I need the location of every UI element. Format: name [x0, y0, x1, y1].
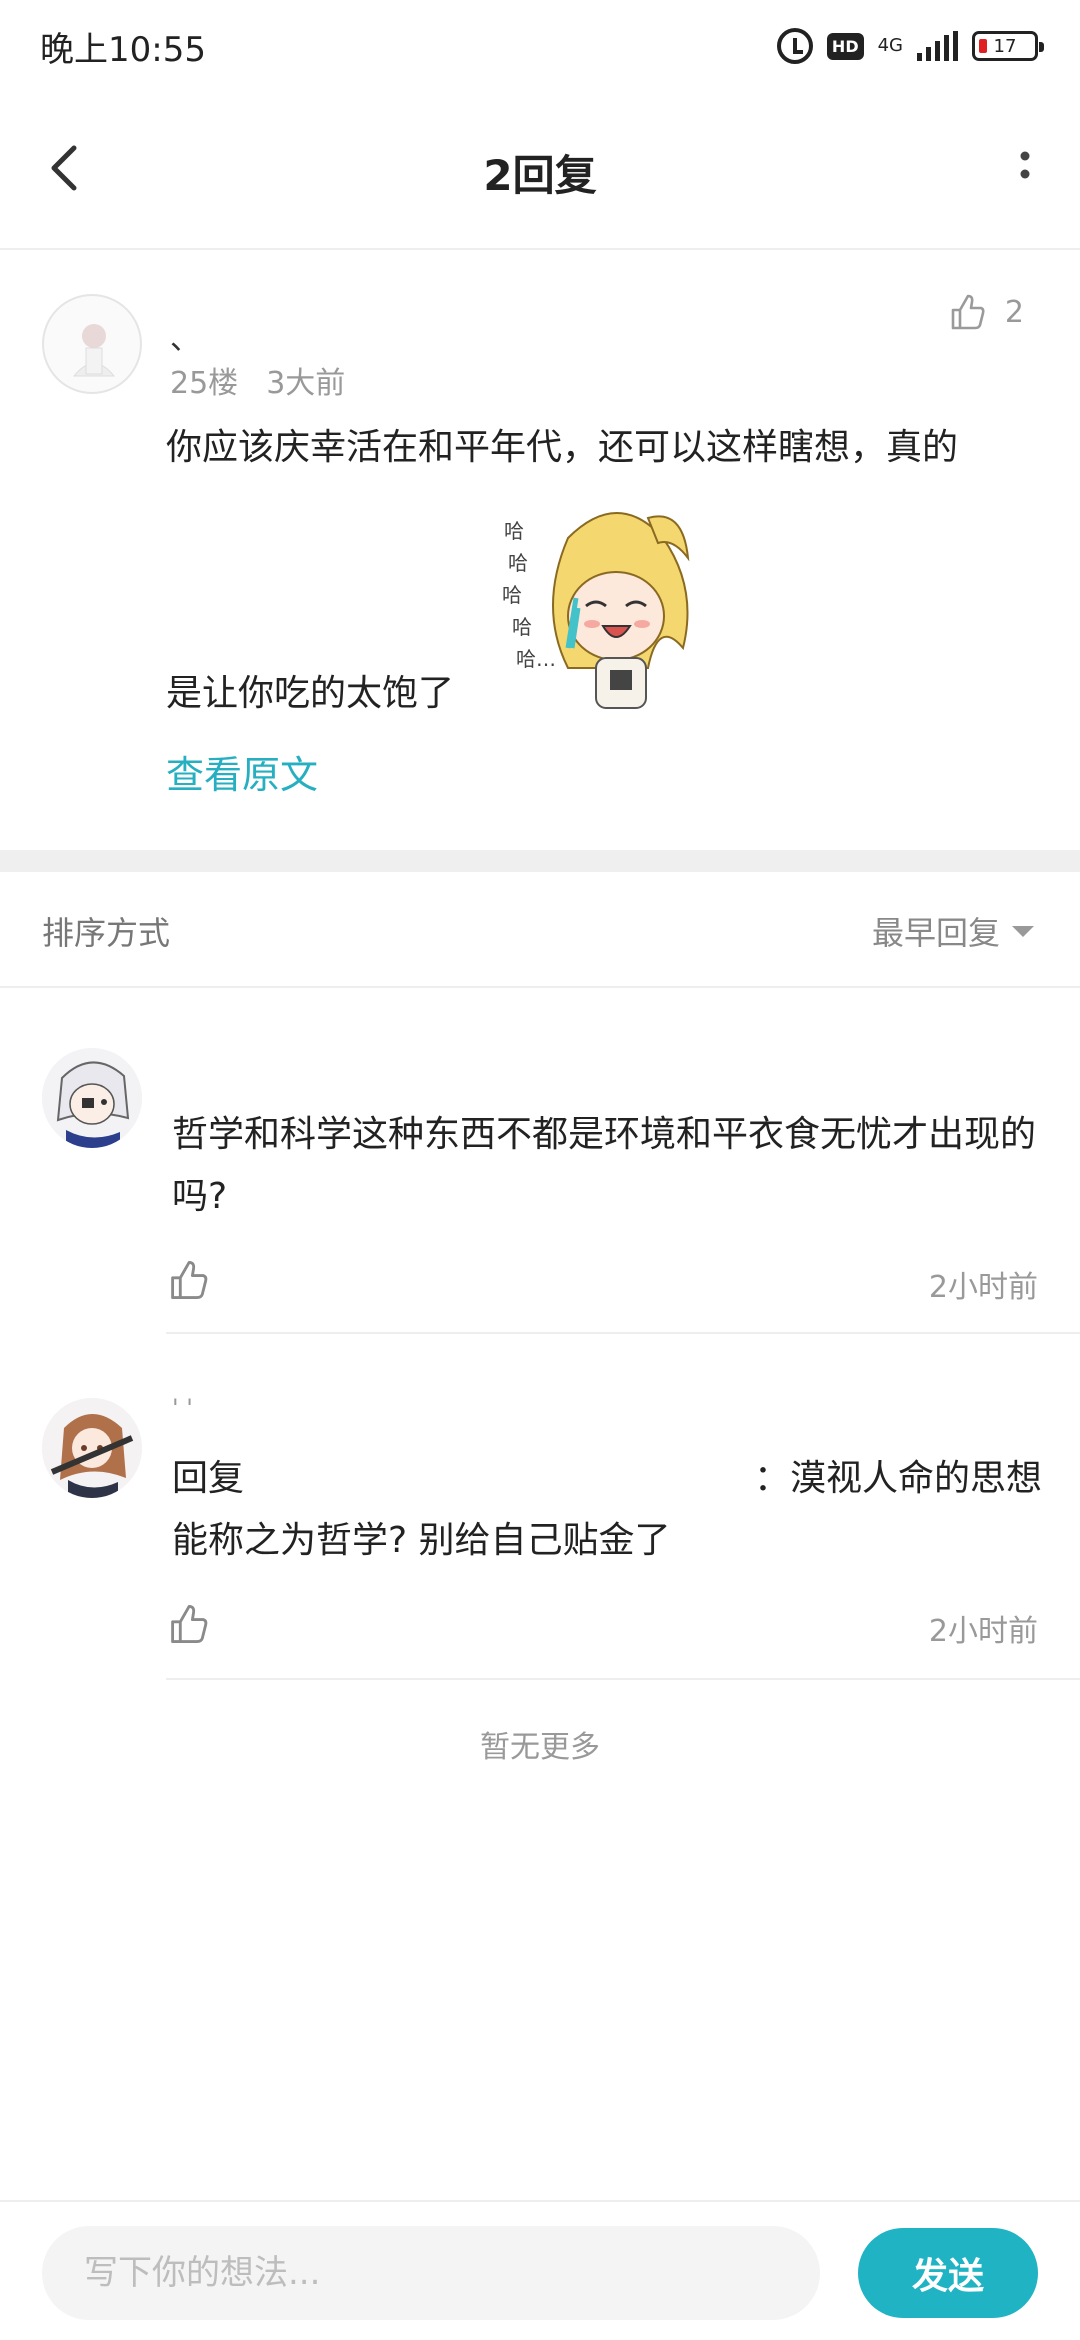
caret-down-icon	[1012, 925, 1034, 937]
status-icons: HD 4G 17	[776, 24, 1044, 68]
no-more-text: 暂无更多	[480, 1730, 600, 1765]
avatar[interactable]	[42, 1398, 142, 1498]
view-original-link[interactable]: 查看原文	[166, 744, 318, 799]
svg-text:哈: 哈	[504, 519, 524, 543]
sort-label: 排序方式	[42, 914, 171, 952]
section-divider	[0, 850, 1080, 872]
battery-level: 17	[993, 35, 1017, 57]
reply-item: 哲学和科学这种东西不都是环境和平衣食无忧才出现的吗? 2小时前	[0, 990, 1080, 1336]
send-button[interactable]: 发送	[858, 2228, 1038, 2318]
reply-text: 回复 ：漠视人命的思想 能称之为哲学? 别给自己贴金了	[172, 1448, 1042, 1572]
page-title: 2回复	[483, 151, 597, 200]
more-vertical-icon	[1020, 151, 1030, 179]
comment-composer: 发送	[0, 2200, 1080, 2340]
avatar[interactable]	[42, 1048, 142, 1148]
like-count: 2	[1004, 294, 1024, 330]
alarm-icon	[776, 28, 813, 64]
sort-bar: 排序方式 最早回复	[0, 872, 1080, 988]
reply-text-line-1: 回复 ：漠视人命的思想	[172, 1448, 1042, 1510]
like-button[interactable]	[166, 1602, 210, 1646]
sort-dropdown[interactable]: 最早回复	[872, 908, 1034, 954]
thumbs-up-icon	[171, 1604, 208, 1644]
floor-number: 25楼	[170, 366, 239, 401]
reply-text: 哲学和科学这种东西不都是环境和平衣食无忧才出现的吗?	[172, 1114, 1037, 1217]
svg-text:哈: 哈	[508, 551, 528, 575]
hd-icon: HD	[826, 32, 864, 60]
network-type: 4G	[877, 35, 903, 56]
reply-username[interactable]: ' '	[172, 1394, 193, 1422]
avatar[interactable]	[42, 294, 142, 394]
username[interactable]: 、	[170, 314, 200, 358]
reply-text-line-2: 能称之为哲学? 别给自己贴金了	[172, 1520, 671, 1561]
sticker-image: 哈 哈 哈 哈 哈…	[502, 512, 690, 709]
battery-icon: 17	[972, 31, 1044, 61]
network-indicator: 4G	[878, 37, 903, 55]
comment-input[interactable]	[42, 2226, 820, 2320]
comment-text-line-2: 是让你吃的太饱了	[166, 673, 455, 714]
user-avatar-image	[42, 1398, 142, 1498]
like-button[interactable]	[166, 1258, 210, 1302]
thumbs-up-icon	[951, 294, 985, 330]
signal-icon	[917, 31, 958, 61]
reply-time: 2小时前	[928, 1270, 1038, 1305]
comment-meta: 25楼 3大前	[170, 358, 345, 402]
user-avatar-image	[42, 1048, 142, 1148]
reply-quote-suffix: ：漠视人命的思想	[753, 1458, 1042, 1499]
main-comment: 、 25楼 3大前 2 你应该庆幸活在和平年代，还可以这样瞎想，真的 哈 哈 哈 …	[0, 252, 1080, 850]
reply-prefix: 回复	[172, 1458, 245, 1499]
reply-divider	[166, 1332, 1080, 1334]
like-button[interactable]: 2	[947, 292, 1024, 332]
reply-item: ' ' 回复 ：漠视人命的思想 能称之为哲学? 别给自己贴金了 2小时前	[0, 1336, 1080, 1682]
user-avatar-image	[72, 324, 116, 377]
reply-time: 2小时前	[928, 1614, 1038, 1649]
thumbs-up-icon	[171, 1260, 208, 1300]
more-button[interactable]	[1010, 140, 1040, 200]
status-bar: 晚上10:55 HD 4G 17	[0, 0, 1080, 90]
comment-text-line-1: 你应该庆幸活在和平年代，还可以这样瞎想，真的	[166, 427, 959, 468]
svg-text:哈: 哈	[512, 615, 532, 639]
nav-bar: 2回复	[0, 90, 1080, 250]
status-time: 晚上10:55	[40, 30, 206, 70]
svg-text:哈…: 哈…	[516, 647, 556, 671]
time-ago: 3大前	[266, 366, 346, 401]
svg-text:哈: 哈	[502, 583, 522, 607]
reply-divider	[166, 1678, 1080, 1680]
sort-selected-value: 最早回复	[871, 914, 1000, 952]
